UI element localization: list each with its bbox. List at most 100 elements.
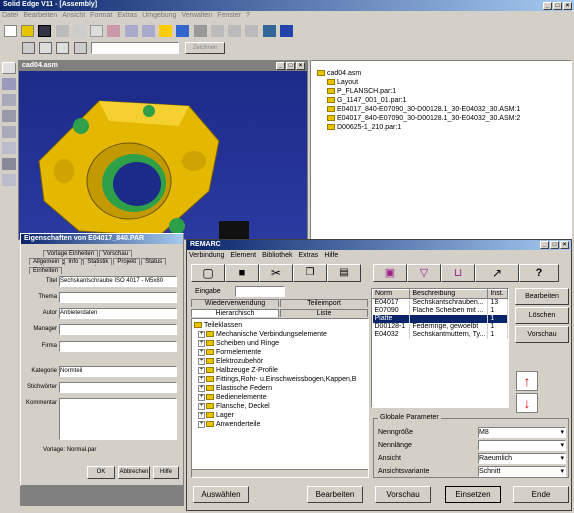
assembly-tree-item[interactable]: P_FLANSCH.par:1	[317, 87, 571, 96]
parts-tree-item[interactable]: + Mechanische Verbindungselemente	[194, 330, 368, 339]
rotate-icon[interactable]	[2, 78, 16, 90]
table-row[interactable]: E07090 Flache Scheiben mit ... 1	[372, 307, 508, 315]
table-row[interactable]: E04032 Sechskantmuttern, Ty... 1	[372, 331, 508, 339]
parts-tree-item[interactable]: + Anwenderteile	[194, 420, 368, 429]
field-input[interactable]: Anbieterdaten	[59, 308, 177, 319]
parts-tree-item[interactable]: + Halbzeuge Z-Profile	[194, 366, 368, 375]
pointer-icon[interactable]	[2, 62, 16, 74]
redo-icon[interactable]	[141, 25, 155, 37]
parts-tree-item[interactable]: + Scheiben und Ringe	[194, 339, 368, 348]
menu-item[interactable]: Umgebung	[142, 12, 176, 19]
cancel-button[interactable]: Abbrechen	[118, 466, 150, 479]
maximize-button[interactable]: □	[553, 2, 562, 10]
cad-minimize-button[interactable]: _	[276, 62, 285, 70]
remarc-icon[interactable]	[279, 25, 293, 37]
remarc-maximize-button[interactable]: □	[550, 241, 559, 249]
properties-tab[interactable]: Status	[141, 258, 167, 265]
move-icon[interactable]	[2, 94, 16, 106]
zoom-icon[interactable]	[210, 25, 224, 37]
field-input[interactable]	[59, 398, 177, 440]
cad-viewport[interactable]	[19, 71, 307, 239]
global-param-select[interactable]: Raeumlich ▾	[478, 453, 566, 464]
tree-hscrollbar[interactable]	[192, 469, 368, 477]
field-input[interactable]	[59, 341, 177, 352]
properties-tab[interactable]: Allgemein	[29, 258, 64, 265]
col-desc[interactable]: Beschreibung	[409, 289, 489, 299]
menu-item[interactable]: Bearbeiten	[23, 12, 57, 19]
layer-select[interactable]	[90, 42, 179, 54]
align-icon[interactable]	[2, 126, 16, 138]
part-icon[interactable]	[39, 42, 53, 54]
remarc-menu-item[interactable]: Verbindung	[189, 252, 224, 259]
open-icon[interactable]	[21, 25, 35, 37]
axis-icon[interactable]	[2, 158, 16, 170]
tab-import[interactable]: Teileimport	[280, 299, 368, 307]
expand-icon[interactable]: +	[198, 402, 205, 410]
select-tool-icon[interactable]	[159, 25, 173, 37]
global-param-select[interactable]: ▾	[478, 440, 566, 451]
tab-hierarchical[interactable]: Hierarchisch	[191, 309, 279, 317]
expand-icon[interactable]: +	[198, 393, 205, 401]
assembly-icon[interactable]	[56, 42, 70, 54]
global-param-select[interactable]: M8 ▾	[478, 427, 566, 438]
close-button[interactable]: ×	[563, 2, 572, 10]
expand-icon[interactable]: +	[198, 348, 205, 356]
expand-icon[interactable]: +	[198, 384, 205, 392]
menu-item[interactable]: Datei	[2, 12, 18, 19]
insert-button[interactable]: Einsetzen	[445, 486, 501, 503]
menu-item[interactable]: ?	[246, 12, 250, 19]
field-input[interactable]	[59, 382, 177, 393]
expand-icon[interactable]: +	[198, 339, 205, 347]
assembly-tree-item[interactable]: D00625-1_210.par:1	[317, 123, 571, 132]
move-up-icon[interactable]: ↑	[516, 371, 538, 391]
menu-item[interactable]: Verwalten	[181, 12, 212, 19]
assembly-tree-item[interactable]: G_1147_001_01.par:1	[317, 96, 571, 105]
menu-item[interactable]: Fenster	[217, 12, 241, 19]
print-icon[interactable]	[55, 25, 69, 37]
parts-tree-item[interactable]: + Bedienelemente	[194, 393, 368, 402]
expand-icon[interactable]: +	[198, 330, 205, 338]
draw-button[interactable]: Zeichnen	[185, 42, 226, 54]
remarc-menu-item[interactable]: Extras	[298, 252, 318, 259]
expand-icon[interactable]: +	[198, 366, 205, 374]
assembly-tree-item[interactable]: E04017_840-E07090_30-D00128.1_30-E04032_…	[317, 105, 571, 114]
cut-icon[interactable]	[72, 25, 86, 37]
help-icon[interactable]	[262, 25, 276, 37]
scissors-icon[interactable]: ✂	[259, 264, 293, 282]
table-row[interactable]: Platte 1	[372, 315, 508, 323]
properties-tab[interactable]: Info	[64, 258, 83, 265]
paste-doc-icon[interactable]: ▤	[327, 264, 361, 282]
assembly-tree-item[interactable]: E04017_840-E07090_30-D00128.1_30-E04032_…	[317, 114, 571, 123]
ok-button[interactable]: OK	[87, 466, 115, 479]
expand-icon[interactable]: +	[198, 411, 205, 419]
delete-button[interactable]: Löschen	[515, 307, 569, 324]
preview-button[interactable]: Vorschau	[375, 486, 431, 503]
properties-tab[interactable]: Einheiten	[29, 267, 63, 274]
edit-left-button[interactable]: Bearbeiten	[307, 486, 363, 503]
expand-icon[interactable]: +	[198, 375, 205, 383]
parts-tree-item[interactable]: + Fittings,Rohr- u.Einschweissbogen,Kappe…	[194, 375, 368, 384]
remarc-menu-item[interactable]: Hilfe	[324, 252, 338, 259]
parts-tree-item[interactable]: Teileklassen	[194, 321, 368, 330]
remarc-close-button[interactable]: ×	[560, 241, 569, 249]
assembly-tree-item[interactable]: cad04.asm	[317, 69, 571, 78]
fit-icon[interactable]	[228, 25, 242, 37]
measure-icon[interactable]	[193, 25, 207, 37]
view-icon[interactable]	[245, 25, 259, 37]
remarc-minimize-button[interactable]: _	[540, 241, 549, 249]
help-button[interactable]: Hilfe	[153, 466, 179, 479]
table-row[interactable]: D00128-1 Federringe, gewoelbt 1	[372, 323, 508, 331]
parts-tree-item[interactable]: + Elastische Federn	[194, 384, 368, 393]
tab-list[interactable]: Liste	[280, 309, 368, 317]
parts-tree-item[interactable]: + Flansche, Deckel	[194, 402, 368, 411]
insert-icon[interactable]	[2, 142, 16, 154]
col-norm[interactable]: Norm	[372, 289, 411, 299]
menu-item[interactable]: Extras	[117, 12, 137, 19]
purple-tool3-icon[interactable]: ⊔	[441, 264, 475, 282]
copy-doc-icon[interactable]: ❐	[293, 264, 327, 282]
cad-close-button[interactable]: ×	[296, 62, 305, 70]
end-button[interactable]: Ende	[513, 486, 569, 503]
purple-tool1-icon[interactable]: ▣	[373, 264, 407, 282]
menu-item[interactable]: Ansicht	[62, 12, 85, 19]
new-icon[interactable]	[4, 25, 17, 37]
